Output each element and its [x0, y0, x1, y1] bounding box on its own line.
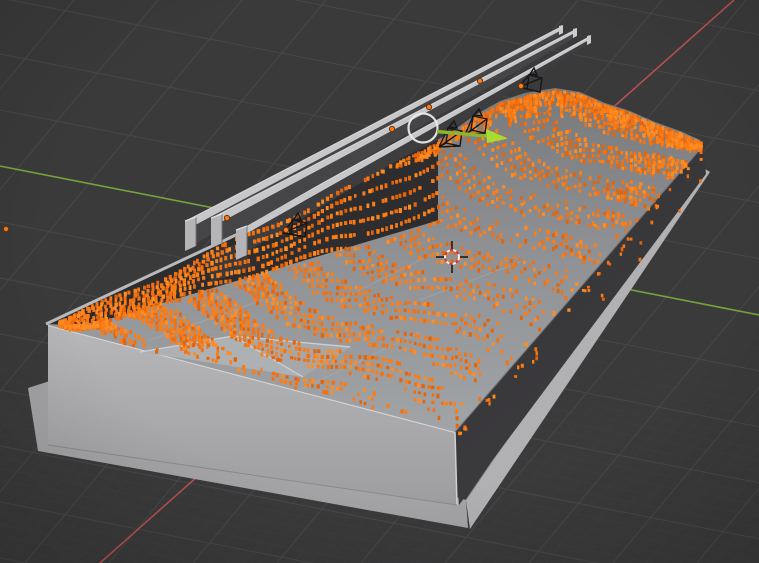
blender-3d-viewport[interactable] — [0, 0, 759, 563]
viewport-canvas[interactable] — [0, 0, 759, 563]
vignette-overlay — [0, 0, 759, 563]
